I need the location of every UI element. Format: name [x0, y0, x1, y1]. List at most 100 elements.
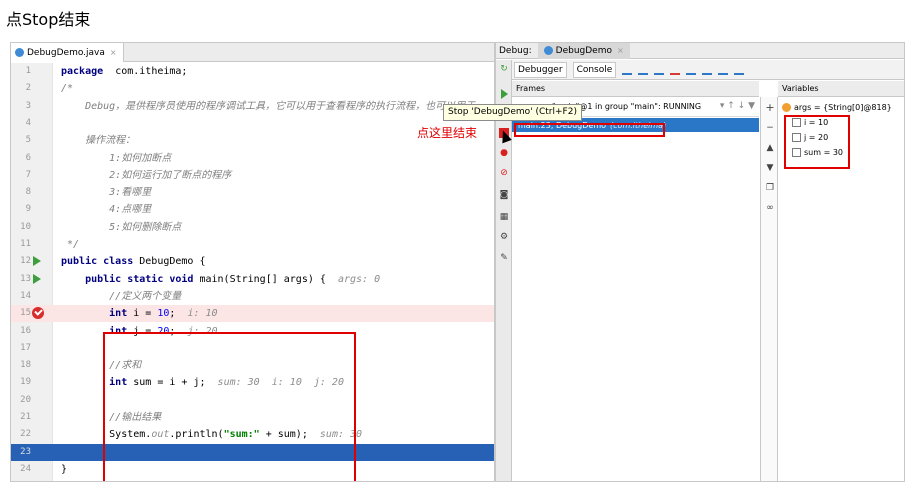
line-number: 11	[20, 239, 31, 249]
code-token: 2:如何运行加了断点的程序	[61, 169, 232, 181]
tab-debugger[interactable]: Debugger	[514, 61, 567, 78]
move-down-icon[interactable]: ▼	[765, 163, 775, 173]
line-number: 13	[20, 273, 31, 284]
debug-header: Debug: DebugDemo ×	[496, 43, 904, 59]
code-token: 10	[157, 308, 170, 320]
line-number: 20	[20, 394, 31, 405]
breakpoints-icon[interactable]: ●	[499, 148, 509, 158]
code-line[interactable]: 14 //定义两个变量	[11, 288, 494, 305]
line-number: 2	[25, 83, 31, 94]
close-icon[interactable]: ×	[617, 46, 624, 55]
code-line[interactable]: 6 1:如何加断点	[11, 150, 494, 167]
code-line[interactable]: 7 2:如何运行加了断点的程序	[11, 167, 494, 184]
line-number: 24	[20, 463, 31, 474]
layout-icon[interactable]: ▦	[499, 212, 509, 222]
code-line[interactable]: 15 int i = 10; i: 10	[11, 305, 494, 323]
highlight-box-variables	[784, 115, 850, 169]
code-line[interactable]: 13 public static void main(String[] args…	[11, 271, 494, 288]
line-number: 7	[25, 169, 31, 180]
watches-icon[interactable]: ∞	[765, 203, 775, 213]
code-text: /*	[61, 80, 73, 97]
step-over-icon[interactable]	[638, 65, 649, 75]
gear-icon[interactable]: ⚙	[499, 232, 509, 242]
move-up-icon[interactable]: ▲	[765, 143, 775, 153]
code-text: 4:点哪里	[61, 201, 151, 218]
code-text: public class DebugDemo {	[61, 253, 206, 270]
resume-icon[interactable]	[501, 89, 508, 99]
rerun-icon[interactable]: ↻	[499, 64, 509, 74]
code-line[interactable]: 1 package com.itheima;	[11, 63, 494, 80]
code-token: 1:如何加断点	[61, 152, 172, 164]
code-text: public static void main(String[] args) {…	[61, 271, 380, 288]
run-icon[interactable]	[33, 256, 41, 267]
page-caption: 点Stop结束	[6, 10, 91, 29]
line-number: 14	[20, 290, 31, 301]
line-number: 3	[25, 100, 31, 111]
code-line[interactable]: 12 public class DebugDemo {	[11, 253, 494, 270]
code-text: package com.itheima;	[61, 63, 187, 80]
line-number: 10	[20, 221, 31, 232]
code-token: public class	[61, 256, 134, 268]
code-line[interactable]: 11 */	[11, 236, 494, 253]
code-line[interactable]: 9 4:点哪里	[11, 201, 494, 218]
code-token: int	[61, 308, 128, 320]
evaluate-icon[interactable]	[734, 65, 745, 75]
code-line[interactable]: 10 5:如何删除断点	[11, 219, 494, 236]
variable-text: args = {String[0]@818}	[794, 103, 892, 112]
mute-breakpoints-icon[interactable]: ⊘	[499, 168, 509, 178]
code-text: //定义两个变量	[61, 288, 181, 305]
code-token: */	[61, 239, 80, 250]
camera-icon[interactable]: ◙	[499, 190, 509, 200]
run-icon[interactable]	[33, 273, 41, 284]
line-number: 12	[20, 256, 31, 267]
frames-label: Frames	[516, 84, 546, 93]
line-number: 9	[25, 204, 31, 215]
thread-nav-icons[interactable]: ▾ ↑ ↓ ▼	[720, 101, 755, 111]
breakpoint-icon[interactable]	[32, 307, 44, 320]
debug-sidebar: ↻ ● ⊘ ◙ ▦ ⚙ ✎	[496, 60, 512, 481]
code-text: Debug，是供程序员使用的程序调试工具，它可以用于查看程序的执行流程，也可以用…	[61, 98, 475, 115]
tab-console[interactable]: Console	[572, 61, 617, 78]
code-text: int i = 10; i: 10	[61, 305, 217, 322]
code-token: 操作流程：	[61, 135, 136, 147]
run-to-cursor-icon[interactable]	[718, 65, 729, 75]
line-number: 22	[20, 429, 31, 440]
code-token: i =	[127, 308, 158, 320]
debug-toolbar: Debugger Console	[512, 60, 904, 80]
code-token: com.itheima;	[103, 66, 188, 77]
code-text: */	[61, 236, 79, 253]
line-number: 18	[20, 360, 31, 371]
code-line[interactable]: 2 /*	[11, 80, 494, 97]
highlight-box-frame	[514, 123, 665, 137]
code-editor: DebugDemo.java × 1 package com.itheima; 2 /…	[10, 42, 495, 482]
debug-session-tab[interactable]: DebugDemo ×	[537, 43, 630, 59]
copy-icon[interactable]: ❐	[765, 183, 775, 193]
code-text: 2:如何运行加了断点的程序	[61, 167, 231, 184]
line-number: 19	[20, 377, 31, 388]
code-text: 5:如何删除断点	[61, 219, 181, 236]
code-token: 5:如何删除断点	[61, 221, 182, 233]
line-number: 1	[25, 66, 31, 76]
editor-tab-debugdemo[interactable]: DebugDemo.java ×	[11, 43, 124, 62]
code-token: package	[61, 66, 104, 77]
close-icon[interactable]: ×	[110, 48, 117, 57]
code-line[interactable]: 8 3:看哪里	[11, 184, 494, 201]
line-number: 17	[20, 342, 31, 353]
variable-item[interactable]: args = {String[0]@818}	[778, 100, 904, 115]
step-into-icon[interactable]	[654, 65, 665, 75]
step-out-icon[interactable]	[686, 65, 697, 75]
code-token: args: 0	[337, 273, 381, 285]
code-token: ;	[169, 308, 188, 320]
remove-watch-icon[interactable]: −	[765, 123, 775, 133]
line-number: 23	[20, 446, 31, 457]
add-watch-icon[interactable]: +	[765, 102, 775, 113]
annotation-click-here: 点这里结束	[417, 126, 478, 140]
line-number: 4	[25, 117, 31, 128]
force-step-into-icon[interactable]	[670, 65, 681, 75]
variables-label: Variables	[782, 84, 819, 93]
show-execution-point-icon[interactable]	[622, 65, 633, 75]
pin-icon[interactable]: ✎	[499, 253, 509, 263]
java-class-icon	[543, 46, 553, 55]
code-line[interactable]: 3 Debug，是供程序员使用的程序调试工具，它可以用于查看程序的执行流程，也可…	[11, 98, 494, 115]
drop-frame-icon[interactable]	[702, 65, 713, 75]
